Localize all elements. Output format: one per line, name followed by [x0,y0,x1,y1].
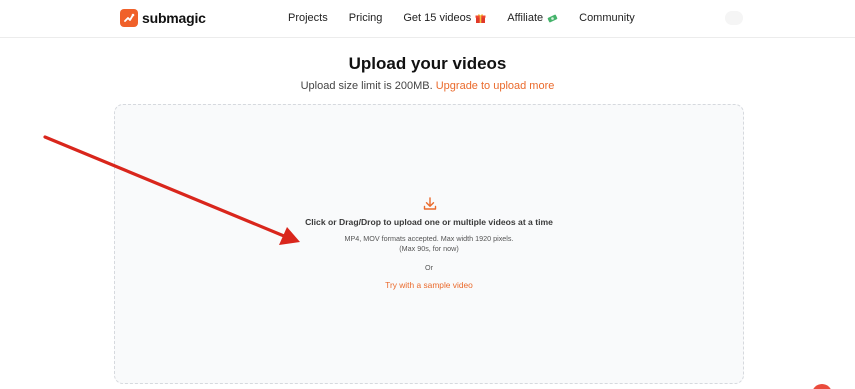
brand-name: submagic [142,10,206,26]
sample-video-link[interactable]: Try with a sample video [115,280,743,290]
gift-icon [475,13,486,24]
upgrade-link[interactable]: Upgrade to upload more [436,80,555,92]
nav-affiliate[interactable]: Affiliate [507,12,558,24]
profile-avatar[interactable] [725,11,743,25]
nav-projects-label: Projects [288,12,328,24]
top-navbar: submagic Projects Pricing Get 15 videos … [0,0,855,38]
nav-pricing-label: Pricing [348,12,383,24]
main-nav: Projects Pricing Get 15 videos Affiliate [288,12,656,24]
nav-get-15-videos-label: Get 15 videos [403,12,472,24]
download-icon [422,196,438,212]
nav-get-15-videos[interactable]: Get 15 videos [403,12,486,24]
dropzone-or: Or [425,263,433,272]
money-icon [547,13,558,24]
nav-pricing[interactable]: Pricing [349,12,383,24]
nav-community-label: Community [579,12,635,24]
upload-dropzone[interactable]: Click or Drag/Drop to upload one or mult… [114,104,744,384]
dropzone-duration-limit: (Max 90s, for now) [399,244,459,253]
nav-affiliate-label: Affiliate [507,12,544,24]
dropzone-instructions: Click or Drag/Drop to upload one or mult… [305,217,553,227]
nav-projects[interactable]: Projects [288,12,328,24]
dropzone-formats: MP4, MOV formats accepted. Max width 192… [344,234,514,243]
page-title: Upload your videos [348,54,507,73]
nav-community[interactable]: Community [579,12,635,24]
brand-logo[interactable]: submagic [120,9,206,27]
submagic-logo-icon [120,9,138,27]
help-chat-button[interactable] [812,384,832,389]
size-limit-text: Upload size limit is 200MB. [300,80,433,92]
upload-size-info: Upload size limit is 200MB. Upgrade to u… [0,80,855,92]
